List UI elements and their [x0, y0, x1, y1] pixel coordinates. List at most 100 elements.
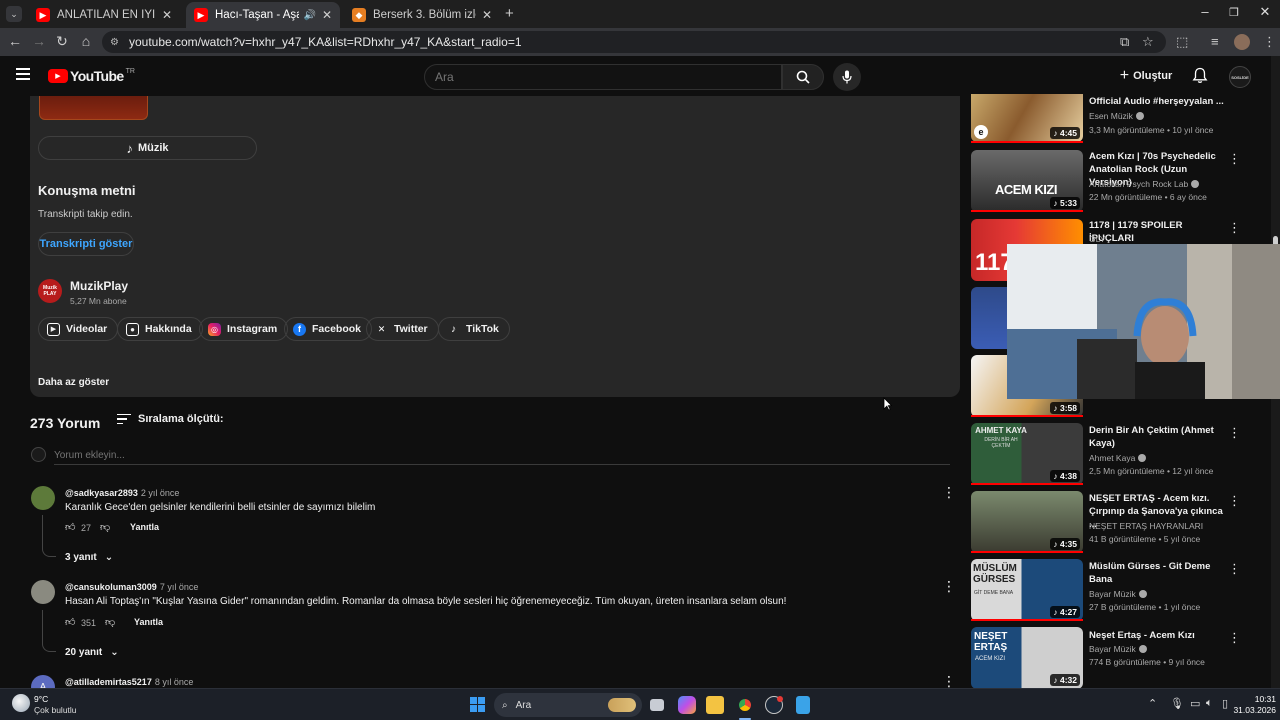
video-thumbnail[interactable]: e ♪ 4:45 — [971, 94, 1083, 142]
sort-button[interactable]: Sıralama ölçütü: — [117, 413, 224, 425]
instagram-link[interactable]: ◎ Instagram — [199, 317, 289, 341]
comment-author[interactable]: @atillademirtas5217 8 yıl önce — [65, 677, 193, 687]
video-thumbnail[interactable]: AHMET KAYA DERİN BİR AH ÇEKTİM ♪ 4:38 — [971, 423, 1083, 485]
video-channel[interactable]: Ahmet Kaya — [1089, 453, 1147, 463]
add-comment-input[interactable] — [54, 446, 950, 465]
copilot-icon[interactable] — [678, 696, 696, 714]
video-thumbnail[interactable]: ♪ 4:35 — [971, 491, 1083, 553]
close-tab-icon[interactable]: ✕ — [482, 8, 492, 22]
video-thumbnail[interactable]: ACEM KIZI ♪ 5:33 — [971, 150, 1083, 212]
like-button[interactable]: 👍︎ — [65, 521, 75, 533]
search-button[interactable] — [782, 64, 824, 90]
reply-button[interactable]: Yanıtla — [130, 522, 159, 532]
comment-menu-icon[interactable]: ⋮ — [942, 484, 956, 501]
video-channel[interactable]: GLY — [1089, 234, 1105, 244]
forward-icon[interactable]: → — [30, 33, 48, 49]
video-menu-icon[interactable]: ⋮ — [1228, 151, 1241, 167]
video-title[interactable]: 1178 | 1179 SPOILER İPUÇLARI — [1089, 219, 1224, 245]
author-handle[interactable]: @atillademirtas5217 — [65, 677, 152, 687]
search-input[interactable] — [424, 64, 782, 90]
video-thumbnail[interactable]: NEŞET ERTAŞ ACEM KIZI ♪ 4:32 — [971, 627, 1083, 689]
music-chip-button[interactable]: ♪ Müzik — [38, 136, 257, 160]
file-explorer-icon[interactable] — [706, 696, 724, 714]
video-menu-icon[interactable]: ⋮ — [1228, 630, 1241, 646]
close-tab-icon[interactable]: ✕ — [162, 8, 172, 22]
reply-button[interactable]: Yanıtla — [134, 617, 163, 627]
speaker-icon[interactable]: 🔊 — [303, 10, 315, 21]
notifications-bell-icon[interactable] — [1192, 67, 1208, 89]
video-thumbnail[interactable]: MÜSLÜM GÜRSES GİT DEME BANA ♪ 4:27 — [971, 559, 1083, 621]
restore-icon[interactable]: ❐ — [1219, 6, 1249, 19]
videos-link[interactable]: ▶ Videolar — [38, 317, 119, 341]
facebook-link[interactable]: f Facebook — [284, 317, 373, 341]
home-icon[interactable]: ⌂ — [77, 33, 95, 49]
browser-tab[interactable]: ▶ ANLATILAN EN İYİ HİKAYELERD ✕ — [28, 2, 180, 28]
comment-time[interactable]: 8 yıl önce — [155, 677, 194, 687]
tiktok-link[interactable]: ♪ TikTok — [438, 317, 510, 341]
author-handle[interactable]: @sadkyasar2893 — [65, 488, 138, 498]
comment-time[interactable]: 7 yıl önce — [160, 582, 199, 592]
video-menu-icon[interactable]: ⋮ — [1228, 561, 1241, 577]
close-tab-icon[interactable]: ✕ — [322, 8, 332, 22]
view-replies-button[interactable]: 3 yanıt ⌄ — [65, 552, 113, 563]
album-thumbnail[interactable] — [39, 96, 148, 120]
hamburger-menu-icon[interactable] — [16, 68, 30, 80]
bookmark-star-icon[interactable]: ☆ — [1142, 34, 1154, 50]
video-title[interactable]: Müslüm Gürses - Git Deme Bana — [1089, 560, 1224, 586]
channel-name[interactable]: MuzikPlay — [70, 279, 128, 293]
video-channel[interactable]: Anatolian Psych Rock Lab — [1089, 179, 1200, 189]
video-menu-icon[interactable]: ⋮ — [1228, 220, 1241, 236]
channel-avatar[interactable]: Muzik PLAY — [38, 279, 62, 303]
video-title[interactable]: Derin Bir Ah Çektim (Ahmet Kaya) — [1089, 424, 1224, 450]
dislike-button[interactable]: 👎︎ — [100, 521, 110, 533]
youtube-logo[interactable]: ▶ YouTube TR — [48, 68, 135, 84]
video-channel[interactable]: Esen Müzik — [1089, 111, 1144, 121]
taskbar-search[interactable]: ⌕ Ara — [494, 693, 642, 717]
comment-time[interactable]: 2 yıl önce — [141, 488, 180, 498]
weather-icon[interactable] — [12, 694, 30, 712]
comment-menu-icon[interactable]: ⋮ — [942, 578, 956, 595]
back-icon[interactable]: ← — [6, 33, 24, 49]
minimize-icon[interactable]: – — [1190, 4, 1220, 19]
author-handle[interactable]: @cansukoluman3009 — [65, 582, 157, 592]
show-transcript-button[interactable]: Transkripti göster — [38, 232, 134, 256]
dislike-button[interactable]: 👎︎ — [105, 616, 115, 628]
video-title[interactable]: Official Audio #herşeyyalan ... — [1089, 95, 1224, 108]
video-channel[interactable]: NEŞET ERTAŞ HAYRANLARI — [1089, 521, 1203, 531]
tray-overflow-icon[interactable]: ⌃ — [1148, 697, 1157, 710]
video-channel[interactable]: Bayar Müzik — [1089, 644, 1147, 654]
video-menu-icon[interactable]: ⋮ — [1228, 493, 1241, 509]
twitter-link[interactable]: ✕ Twitter — [366, 317, 439, 341]
profile-avatar[interactable] — [1234, 34, 1250, 50]
about-link[interactable]: ● Hakkında — [117, 317, 203, 341]
notepad-icon[interactable] — [796, 696, 810, 714]
mic-tray-icon[interactable]: 🎙︎ — [1170, 697, 1184, 710]
weather-desc[interactable]: Çok bulutlu — [34, 705, 77, 715]
commenter-avatar[interactable] — [31, 580, 55, 604]
volume-icon[interactable]: 🔈︎ — [1206, 697, 1213, 710]
video-menu-icon[interactable]: ⋮ — [1228, 425, 1241, 441]
site-info-icon[interactable]: ⚙ — [110, 37, 119, 48]
create-button[interactable]: + Oluştur — [1114, 63, 1178, 89]
install-app-icon[interactable]: ⧉ — [1120, 34, 1129, 50]
show-less-button[interactable]: Daha az göster — [38, 377, 109, 388]
weather-temp[interactable]: 9°C — [34, 694, 48, 704]
chrome-icon[interactable] — [736, 696, 754, 714]
network-icon[interactable]: ▭ — [1190, 697, 1200, 710]
extensions-icon[interactable]: ⬚ — [1176, 34, 1188, 50]
new-tab-icon[interactable]: + — [505, 5, 514, 22]
clock-time[interactable]: 10:31 — [1240, 694, 1276, 704]
voice-search-button[interactable] — [833, 63, 861, 91]
account-avatar[interactable]: SOSLİDE — [1229, 66, 1251, 88]
browser-tab-active[interactable]: ▶ Hacı-Taşan - Aşağıdan Gelir 🔊 ✕ — [186, 2, 340, 28]
reload-icon[interactable]: ↻ — [53, 33, 71, 50]
commenter-avatar[interactable] — [31, 486, 55, 510]
like-button[interactable]: 👍︎ — [65, 616, 75, 628]
start-windows-icon[interactable] — [470, 697, 485, 712]
task-view-icon[interactable] — [650, 699, 664, 711]
tab-search-button[interactable]: ⌄ — [6, 6, 22, 22]
address-bar[interactable]: ⚙ youtube.com/watch?v=hxhr_y47_KA&list=R… — [102, 31, 1166, 53]
comment-author[interactable]: @sadkyasar2893 2 yıl önce — [65, 488, 179, 498]
clock-date[interactable]: 31.03.2026 — [1226, 705, 1276, 715]
view-replies-button[interactable]: 20 yanıt ⌄ — [65, 647, 119, 658]
